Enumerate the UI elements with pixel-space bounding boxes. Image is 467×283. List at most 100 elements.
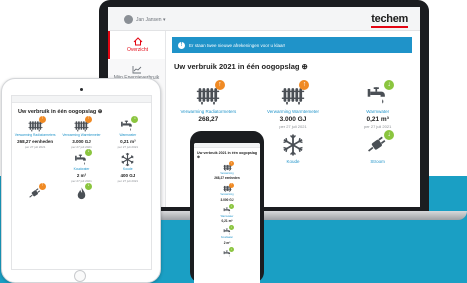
decrease-badge: ↓ [384, 129, 395, 140]
banner-text: Er staan twee nieuwe afrekeningen voor u… [189, 42, 286, 48]
consumption-tile[interactable]: ↑ Verwarming Radiatormeters 268,27 [166, 79, 251, 129]
tile-value: 3.000 GJ [72, 138, 91, 144]
radiator-icon: ↑ [281, 79, 310, 107]
decrease-badge: ↓ [85, 183, 93, 191]
tile-date: per 27 juli 2021 [71, 178, 92, 183]
snowflake-icon [120, 152, 135, 167]
increase-badge: ↑ [85, 115, 93, 123]
consumption-tile[interactable]: ↑ Verwarming 3.000 GJ [194, 182, 260, 202]
sidebar-item-overzicht[interactable]: Overzicht [108, 31, 165, 59]
consumption-tile[interactable]: ↓ Koudwater 2 m³ [194, 225, 260, 245]
consumption-tile [12, 152, 58, 183]
water-tap-icon: ↓ [74, 149, 93, 167]
user-name: Jan Jansen ▾ [136, 16, 166, 23]
decrease-badge: ↓ [384, 79, 395, 90]
radiator-icon: ↑ [28, 115, 46, 133]
tile-label: Warmwater [366, 109, 390, 114]
increase-badge: ↑ [38, 115, 46, 123]
tile-label: Koude [123, 166, 133, 171]
camera [80, 88, 83, 91]
app-header [12, 96, 151, 103]
consumption-tile[interactable]: ↓ Warmwater 0,21 m³ per 27 juli 2021 [105, 115, 151, 149]
consumption-tile[interactable]: Koude 400 GJ per 27 juli 2021 [105, 152, 151, 183]
power-plug-icon: ↑ [28, 183, 46, 201]
increase-badge: ↑ [38, 183, 46, 191]
consumption-tile[interactable]: ↑ Verwarming Warmtemeter 3.000 GJ per 27 ju… [251, 79, 336, 129]
radiator-icon: ↑ [222, 182, 234, 193]
decrease-badge: ↓ [131, 115, 139, 123]
consumption-tile[interactable]: ↑ Verwarming 268,27 eenheden [194, 161, 260, 180]
decrease-badge: ↓ [85, 149, 93, 157]
page-title: Uw verbruik 2021 in één oogopslag ⊕ [174, 62, 308, 71]
radiator-icon: ↑ [222, 161, 234, 172]
app-header: Jan Jansen ▾ techem [108, 7, 420, 31]
techem-logo[interactable]: techem [371, 13, 408, 28]
tile-label: Koudwater [73, 166, 90, 171]
water-tap-icon: ↓ [366, 79, 395, 107]
logo-text: techem [371, 13, 408, 25]
tile-label: Warmwater [119, 133, 137, 137]
tile-date: per 27 juli 2021 [71, 144, 92, 149]
tablet-screen: Uw verbruik in één oogopslag ⊕ ↑ Verwarmi… [11, 95, 152, 270]
consumption-tile[interactable]: ↓ Warmwater 0,21 m³ [194, 203, 260, 224]
consumption-tile[interactable]: ↑ Verwarming Radiatormeters 268,27 eenhede… [12, 115, 58, 149]
consumption-tile[interactable]: ↑ [12, 183, 58, 201]
consumption-tile[interactable]: ↓ Stroom [335, 129, 420, 165]
tile-label: Verwarming Warmtemeter [62, 133, 101, 137]
snowflake-icon [281, 133, 305, 157]
tile-value: 0,21 m³ [120, 138, 136, 144]
radiator-icon: ↑ [74, 115, 93, 133]
app-header [194, 143, 260, 148]
tile-value: 268,27 eenheden [17, 138, 54, 144]
home-icon [133, 37, 142, 46]
decrease-badge: ↓ [228, 225, 234, 231]
consumption-tile[interactable]: ↓ Warmwater 0,21 m³ per 27 juli 2021 [335, 79, 420, 130]
consumption-tile[interactable]: ↓ Koudwater 2 m³ per 27 juli 2021 [58, 149, 104, 183]
radiator-icon: ↑ [196, 79, 225, 107]
flame-icon: ↓ [74, 183, 93, 201]
decrease-badge: ↓ [228, 203, 234, 209]
tile-label: Verwarming Warmtemeter [266, 109, 320, 114]
tile-value: 0,21 m³ [366, 116, 389, 124]
page-title: Uw verbruik in één oogopslag ⊕ [18, 109, 103, 115]
chart-icon [132, 66, 141, 74]
tile-value: 268,27 [198, 116, 219, 124]
sidebar-item-label: Overzicht [126, 47, 149, 53]
tile-date: per 27 juli 2021 [24, 144, 46, 149]
tile-value: 2 m³ [76, 172, 87, 178]
water-tap-icon: ↓ [223, 203, 234, 215]
water-tap-icon: ↓ [223, 246, 234, 258]
consumption-tile [105, 186, 151, 201]
consumption-tile[interactable]: ↓ [58, 183, 104, 201]
tile-value: 400 GJ [120, 172, 136, 178]
increase-badge: ↑ [299, 79, 310, 90]
info-icon: ! [178, 41, 185, 49]
tile-label: Verwarming Radiatormeters [180, 109, 237, 114]
logo-underline [371, 26, 408, 28]
phone-screen: Uw verbruik 2021 in één oogopslag ⊕ ↑ Ver… [194, 143, 260, 283]
device-mockup-scene: Jan Jansen ▾ techem Overzicht Mijn Energ… [0, 0, 467, 283]
notification-banner[interactable]: ! Er staan twee nieuwe afrekeningen voor… [172, 37, 412, 53]
increase-badge: ↑ [228, 161, 234, 167]
page-title: Uw verbruik 2021 in één oogopslag ⊕ [197, 151, 258, 159]
tile-value: 3.000 GJ [220, 197, 234, 202]
consumption-grid: ↑ Verwarming Radiatormeters 268,27 eenhede… [12, 115, 151, 201]
consumption-tile[interactable]: ↓ [194, 246, 260, 258]
power-plug-icon: ↓ [366, 129, 395, 157]
tile-date: per 27 juli 2021 [363, 124, 392, 130]
user-menu[interactable]: Jan Jansen ▾ [124, 15, 165, 24]
tile-date: per 27 juli 2021 [117, 144, 139, 149]
tile-label: Verwarming Radiatormeters [14, 133, 56, 137]
decrease-badge: ↓ [228, 246, 234, 252]
increase-badge: ↑ [214, 79, 225, 90]
home-button[interactable] [74, 270, 86, 282]
increase-badge: ↑ [228, 182, 234, 188]
consumption-list: ↑ Verwarming 268,27 eenheden ↑ Verwarming 3.0… [194, 161, 260, 258]
tile-label: Stroom [370, 159, 385, 165]
tile-date: per 27 juli 2021 [117, 178, 139, 183]
phone-frame: Uw verbruik 2021 in één oogopslag ⊕ ↑ Ver… [190, 131, 264, 283]
consumption-tile[interactable]: ↑ Verwarming Warmtemeter 3.000 GJ per 27 ju… [58, 115, 104, 149]
tablet-frame: Uw verbruik in één oogopslag ⊕ ↑ Verwarmi… [1, 78, 161, 283]
tile-value: 0,21 m³ [221, 219, 233, 224]
tile-label: Koude [286, 159, 300, 165]
